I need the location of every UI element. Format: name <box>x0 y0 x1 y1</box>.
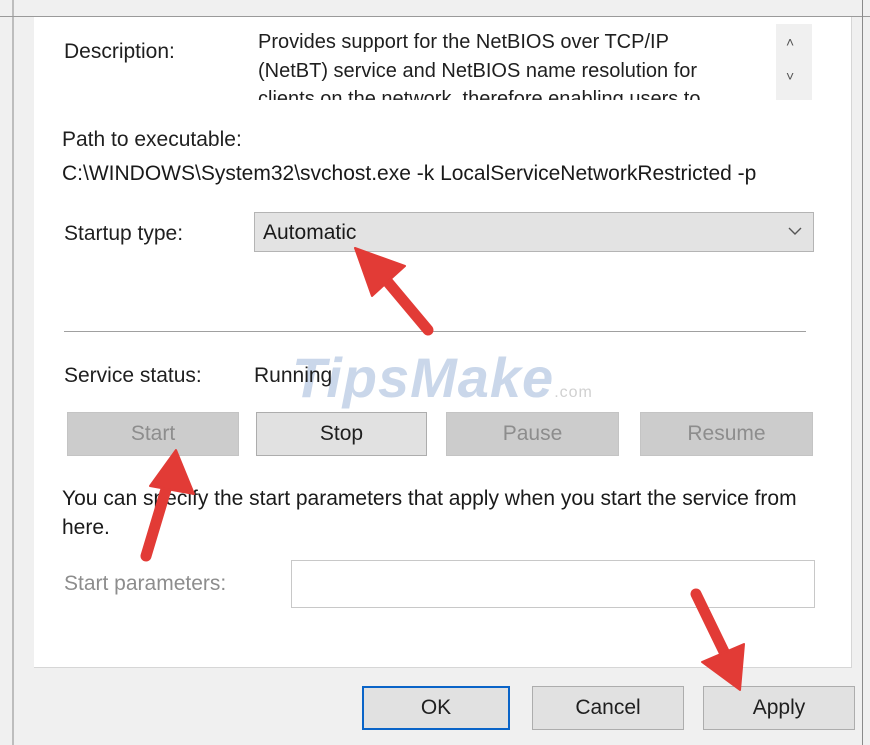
description-line: clients on the network, therefore enabli… <box>258 88 701 100</box>
section-divider <box>64 331 806 332</box>
apply-button[interactable]: Apply <box>703 686 855 730</box>
startup-type-value: Automatic <box>263 221 357 244</box>
resume-button[interactable]: Resume <box>640 412 813 456</box>
startup-type-dropdown[interactable]: Automatic <box>254 212 814 252</box>
stop-button[interactable]: Stop <box>256 412 427 456</box>
description-label: Description: <box>64 40 175 63</box>
cancel-button[interactable]: Cancel <box>532 686 684 730</box>
pause-button[interactable]: Pause <box>446 412 619 456</box>
description-scrollbar[interactable]: ˄ ˅ <box>776 24 812 100</box>
start-parameters-input[interactable] <box>291 560 815 608</box>
startup-type-label: Startup type: <box>64 222 184 245</box>
scroll-up-icon[interactable]: ˄ <box>786 34 794 50</box>
watermark-logo: TipsMake.com <box>292 346 593 409</box>
start-parameters-hint: You can specify the start parameters tha… <box>62 487 797 539</box>
path-label: Path to executable: <box>62 128 242 151</box>
window-frame-right <box>862 0 863 745</box>
chevron-down-icon <box>788 227 802 235</box>
ok-button[interactable]: OK <box>362 686 510 730</box>
start-button[interactable]: Start <box>67 412 239 456</box>
path-value: C:\WINDOWS\System32\svchost.exe -k Local… <box>62 162 757 185</box>
service-status-label: Service status: <box>64 364 202 387</box>
description-line: Provides support for the NetBIOS over TC… <box>258 31 669 53</box>
description-text: Provides support for the NetBIOS over TC… <box>258 28 768 100</box>
window-frame-left <box>12 0 14 745</box>
description-line: (NetBT) service and NetBIOS name resolut… <box>258 59 698 82</box>
description-textbox[interactable]: Provides support for the NetBIOS over TC… <box>254 24 812 100</box>
start-parameters-label: Start parameters: <box>64 572 227 595</box>
scroll-down-icon[interactable]: ˅ <box>786 68 794 84</box>
service-status-value: Running <box>254 364 333 387</box>
